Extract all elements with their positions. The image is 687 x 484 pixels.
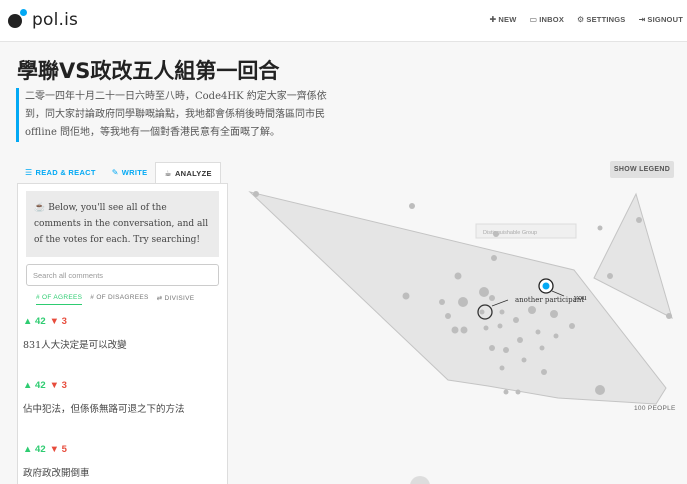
conversation-title: 學聯VS政改五人組第一回合 [17,59,280,83]
participant-dot[interactable] [402,292,410,300]
participant-dot[interactable] [489,295,495,301]
analyze-info-box: ☕ Below, you'll see all of the comments i… [26,191,219,257]
logo-icon [8,9,30,31]
comment-text: 政府政改開倒車 [23,468,90,479]
participant-dot[interactable] [479,309,485,315]
participant-dot[interactable] [666,313,672,319]
polis-logo[interactable]: pol.is [8,9,78,31]
participant-dot[interactable] [503,347,509,353]
participant-dot[interactable] [503,389,509,395]
nav-signout-button[interactable]: ⇥ SIGNOUT [639,15,683,24]
participant-dot[interactable] [499,365,505,371]
agree-count: ▲ 42 [23,444,46,455]
sort-by-agrees[interactable]: # OF AGREES [36,294,83,305]
gear-icon: ⚙ [577,15,585,24]
participant-dot[interactable] [491,255,497,261]
tab-analyze-label: ANALYZE [174,168,212,178]
you-label: you [573,294,587,302]
participant-dot[interactable] [553,333,559,339]
tab-write-label: WRITE [121,168,148,177]
nav-settings-button[interactable]: ⚙ SETTINGS [577,15,625,24]
agree-count: ▲ 42 [23,316,46,327]
participant-dot[interactable] [253,191,259,197]
participant-dot[interactable] [454,272,462,280]
top-navbar: pol.is ✚ NEW ▭ INBOX ⚙ SETTINGS ⇥ SIGNOUT [0,0,687,42]
comment-item[interactable]: ▲ 42 ▼ 3 佔中犯法，但係係無路可退之下的方法 [23,380,223,415]
nav-inbox-label: INBOX [539,15,565,24]
participant-dot[interactable] [517,337,523,343]
search-comments-input[interactable]: Search all comments [26,264,219,286]
scroll-indicator[interactable] [410,476,430,484]
agree-count: ▲ 42 [23,380,46,391]
comment-item[interactable]: ▲ 42 ▼ 3 831人大決定是可以改變 [23,316,223,351]
participant-dot[interactable] [528,306,536,314]
coffee-icon: ☕ [34,203,46,213]
sort-by-divisive[interactable]: ⇄ DIVISIVE [157,294,195,305]
top-nav: ✚ NEW ▭ INBOX ⚙ SETTINGS ⇥ SIGNOUT [476,15,683,24]
vote-counts: ▲ 42 ▼ 3 [23,316,223,327]
coffee-icon: ☕ [164,168,172,178]
participant-dot[interactable] [515,389,521,395]
nav-new-button[interactable]: ✚ NEW [489,15,516,24]
info-text: Below, you'll see all of the comments in… [34,203,209,245]
participant-dot[interactable] [451,326,459,334]
group-hull-right[interactable] [593,192,673,319]
participant-dot[interactable] [493,231,499,237]
vote-counts: ▲ 42 ▼ 3 [23,380,223,391]
participant-dot[interactable] [409,203,415,209]
signout-icon: ⇥ [638,15,646,24]
comment-item[interactable]: ▲ 42 ▼ 5 政府政改開倒車 [23,444,223,479]
vote-counts: ▲ 42 ▼ 5 [23,444,223,455]
participant-dot[interactable] [458,297,468,307]
opinion-map: Distinguishable Group another participan… [248,191,673,484]
sort-options: # OF AGREES # OF DISAGREES ⇄ DIVISIVE [36,294,227,305]
group-hull-left[interactable] [248,191,667,405]
participant-dot[interactable] [483,325,489,331]
show-legend-button[interactable]: SHOW LEGEND [610,161,674,178]
disagree-count: ▼ 3 [49,380,67,391]
participant-dot[interactable] [499,309,505,315]
participant-dot[interactable] [460,326,468,334]
participant-dot[interactable] [550,310,558,318]
participant-dot[interactable] [521,357,527,363]
comment-text: 831人大決定是可以改變 [23,340,127,351]
you-marker-dot [542,282,550,290]
tab-read-react[interactable]: ☰ READ & REACT [17,162,104,183]
participant-dot[interactable] [597,225,603,231]
participant-dot[interactable] [569,323,575,329]
nav-inbox-button[interactable]: ▭ INBOX [530,15,565,24]
analyze-panel: ☕ Below, you'll see all of the comments i… [17,183,228,484]
logo-text: pol.is [32,10,79,30]
disagree-count: ▼ 5 [49,444,67,455]
participant-dot[interactable] [513,317,519,323]
analysis-tabs: ☰ READ & REACT ✎ WRITE ☕ ANALYZE [17,162,221,183]
nav-new-label: NEW [498,15,517,24]
participant-dot[interactable] [445,313,451,319]
sort-by-disagrees[interactable]: # OF DISAGREES [90,294,148,305]
comment-text: 佔中犯法，但係係無路可退之下的方法 [23,404,185,415]
participant-dot[interactable] [535,329,541,335]
plus-square-icon: ✚ [489,15,497,24]
tab-analyze[interactable]: ☕ ANALYZE [155,162,221,183]
tooltip-text: Distinguishable Group [483,230,537,236]
list-icon: ☰ [25,168,33,177]
participant-dot[interactable] [607,273,613,279]
participant-dot[interactable] [541,369,547,375]
participant-dot[interactable] [636,217,642,223]
nav-signout-label: SIGNOUT [647,15,683,24]
pencil-icon: ✎ [111,168,119,177]
tab-write[interactable]: ✎ WRITE [104,162,156,183]
participant-dot[interactable] [479,287,489,297]
tab-read-react-label: READ & REACT [35,168,96,177]
participant-dot[interactable] [595,385,605,395]
people-count: 100 PEOPLE [634,405,676,412]
inbox-icon: ▭ [529,15,538,24]
participant-dot[interactable] [539,345,545,351]
participant-dot[interactable] [439,299,445,305]
participant-dot[interactable] [497,323,503,329]
participant-dot[interactable] [489,345,495,351]
disagree-count: ▼ 3 [49,316,67,327]
conversation-description: 二零一四年十月二十一日六時至八時，Code4HK 約定大家一齊係依到，同大家討論… [16,88,346,142]
nav-settings-label: SETTINGS [586,15,626,24]
